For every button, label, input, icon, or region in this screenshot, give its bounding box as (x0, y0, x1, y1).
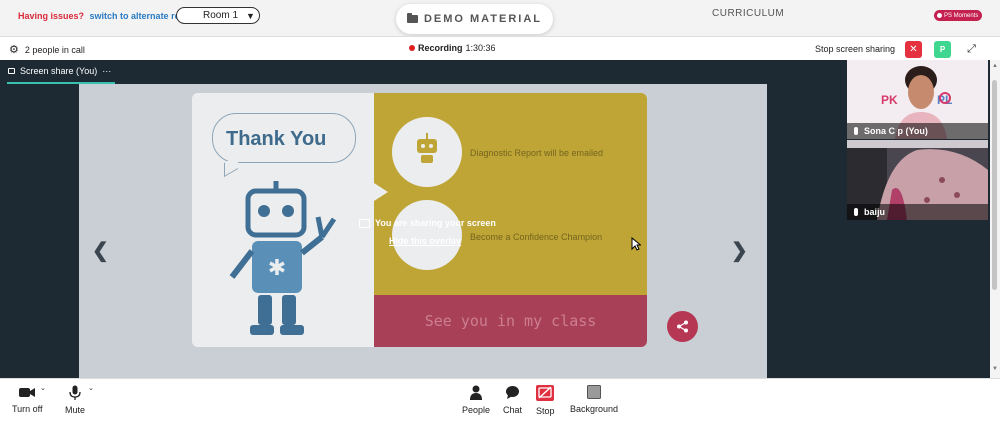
caret-down-icon: ▼ (246, 10, 255, 21)
demo-material-label: DEMO MATERIAL (423, 13, 543, 25)
people-button[interactable]: People (462, 385, 490, 415)
scroll-down-icon[interactable]: ▼ (992, 366, 998, 372)
people-button-label: People (462, 405, 491, 415)
prev-slide-icon[interactable]: ❮ (92, 238, 109, 263)
recording-dot-icon (409, 45, 415, 51)
mute-button-label: Mute (65, 405, 86, 415)
screen-share-tab-label: Screen share (You) (20, 66, 98, 76)
recording-indicator: Recording 1:30:36 (409, 43, 496, 53)
curriculum-tab[interactable]: CURRICULUM (712, 8, 784, 19)
top-header: Having issues? switch to alternate room … (0, 0, 1000, 36)
moments-icon (937, 13, 942, 18)
chevron-down-icon[interactable]: ⌄ (40, 384, 46, 392)
screen-share-tab[interactable]: Screen share (You) ··· (8, 66, 111, 76)
svg-text:✱: ✱ (268, 256, 286, 281)
sharing-message: You are sharing your screen (375, 218, 496, 228)
participant-name: Sona C p (You) (864, 126, 928, 136)
next-slide-icon[interactable]: ❯ (731, 238, 748, 263)
participant-tile[interactable]: baiju (847, 140, 988, 220)
confidence-champion-text: Become a Confidence Champion (470, 232, 603, 242)
share-icon (677, 320, 688, 333)
scroll-thumb[interactable] (992, 80, 997, 290)
robot-illustration-icon: ✱ (229, 181, 337, 335)
mic-icon (854, 208, 858, 216)
close-icon: ✕ (909, 44, 918, 55)
people-count: 2 people in call (24, 44, 85, 55)
room-select[interactable]: Room 1 ▼ (176, 7, 260, 24)
room-select-value: Room 1 (203, 10, 239, 21)
call-bar: ⚙ 2 people in call Recording 1:30:36 Sto… (0, 36, 1000, 60)
background-icon (587, 385, 602, 399)
microphone-icon (69, 385, 81, 400)
robot-badge-icon (417, 133, 437, 163)
call-info: ⚙ 2 people in call (9, 43, 85, 56)
see-you-text: See you in my class (424, 312, 597, 330)
chat-button-label: Chat (503, 405, 523, 415)
background-button[interactable]: Background (570, 385, 618, 414)
camera-button[interactable]: Turn off (12, 385, 43, 414)
video-camera-icon (19, 388, 36, 397)
svg-text:PK: PK (881, 93, 898, 107)
camera-button-label: Turn off (12, 404, 43, 414)
participant-p-button[interactable]: P (934, 41, 951, 58)
page-scrollbar[interactable]: ▲ ▼ (990, 60, 1000, 378)
thank-you-heading: Thank You (226, 128, 327, 150)
demo-material-button[interactable]: DEMO MATERIAL (396, 4, 553, 34)
more-options-icon[interactable]: ··· (102, 66, 111, 76)
mute-button[interactable]: Mute (65, 385, 85, 415)
screen-share-icon (359, 218, 370, 228)
share-button[interactable] (667, 311, 698, 342)
scroll-up-icon[interactable]: ▲ (992, 63, 998, 69)
hide-overlay-link[interactable]: Hide this overlay (389, 236, 461, 246)
issues-notice: Having issues? switch to alternate room (18, 11, 194, 21)
participant-name-bar: Sona C p (You) (847, 123, 988, 139)
ps-moments-button[interactable]: PS Moments (934, 10, 983, 21)
participant-name: baiju (864, 207, 886, 217)
mouse-cursor-icon (631, 237, 641, 251)
participant-name-bar: baiju (847, 204, 988, 220)
gear-icon[interactable]: ⚙ (9, 43, 19, 56)
chat-button[interactable]: Chat (503, 385, 522, 415)
stop-share-label: Stop (536, 406, 555, 416)
recording-label: Recording (418, 43, 463, 53)
mic-icon (854, 127, 858, 135)
stop-share-icon (536, 385, 555, 401)
champion-circle (392, 200, 462, 270)
sharing-overlay-message: You are sharing your screen (359, 218, 496, 228)
recording-time: 1:30:36 (465, 43, 496, 53)
expand-icon[interactable]: ⤢ (963, 41, 980, 58)
stop-sharing-button[interactable]: ✕ (905, 41, 922, 58)
background-button-label: Background (570, 404, 619, 414)
issues-text: Having issues? (18, 11, 85, 21)
person-icon (470, 385, 483, 400)
monitor-icon (8, 68, 15, 74)
bottom-toolbar: Turn off ⌄ Mute ⌄ People Chat Stop Backg… (0, 378, 1000, 422)
ps-moments-label: PS Moments (944, 12, 979, 19)
chat-bubble-icon (506, 386, 519, 399)
participant-panel: PK PL Sona C p (You) baiju (847, 60, 988, 220)
participant-tile[interactable]: PK PL Sona C p (You) (847, 60, 988, 139)
folder-icon (406, 13, 418, 23)
diagnostic-report-text: Diagnostic Report will be emailed (470, 148, 604, 158)
stop-screen-sharing-label: Stop screen sharing (815, 44, 896, 54)
chevron-down-icon[interactable]: ⌄ (88, 384, 94, 392)
stop-share-button[interactable]: Stop (536, 385, 555, 416)
